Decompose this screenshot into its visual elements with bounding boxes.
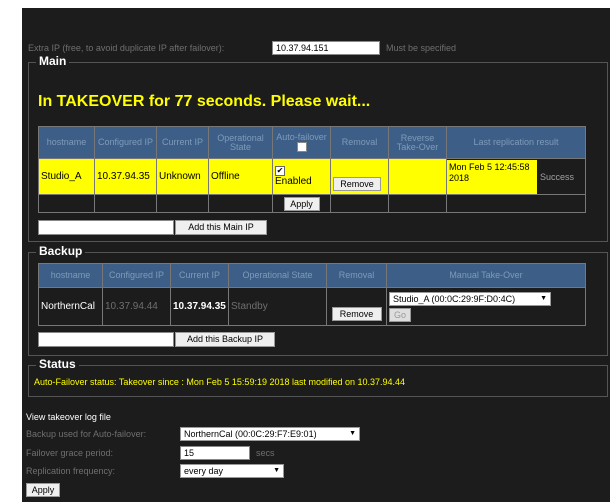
main-replication-result: Success	[540, 171, 575, 182]
grace-period-input[interactable]: 15	[180, 446, 250, 460]
backup-col-manual-takeover: Manual Take-Over	[386, 263, 586, 288]
extra-ip-input[interactable]: 10.37.94.151	[272, 41, 380, 55]
grace-period-unit: secs	[256, 448, 275, 458]
extra-ip-label: Extra IP (free, to avoid duplicate IP af…	[28, 43, 225, 53]
dropdown-arrow-icon: ▼	[349, 430, 356, 437]
main-current-ip: Unknown	[156, 158, 209, 195]
view-log-link[interactable]: View takeover log file	[26, 412, 111, 422]
backup-hostname: NorthernCal	[38, 287, 103, 326]
backup-col-current-ip: Current IP	[170, 263, 229, 288]
backup-state: Standby	[228, 287, 327, 326]
manual-takeover-select[interactable]: Studio_A (00:0C:29:9F:D0:4C) ▼	[389, 292, 551, 306]
col-operational-state: Operational State	[208, 126, 273, 159]
backup-col-state: Operational State	[228, 263, 327, 288]
backup-ip-input[interactable]	[38, 332, 174, 347]
status-legend: Status	[36, 357, 79, 371]
replication-frequency-label: Replication frequency:	[26, 466, 116, 476]
backup-table-row: NorthernCal 10.37.94.44 10.37.94.35 Stan…	[38, 287, 586, 326]
backup-table: hostname Configured IP Current IP Operat…	[38, 263, 586, 326]
main-configured-ip: 10.37.94.35	[94, 158, 157, 195]
content-panel: Extra IP (free, to avoid duplicate IP af…	[22, 8, 610, 502]
backup-used-select[interactable]: NorthernCal (00:0C:29:F7:E9:01) ▼	[180, 427, 360, 441]
backup-col-removal: Removal	[326, 263, 387, 288]
add-backup-ip-button[interactable]: Add this Backup IP	[175, 332, 275, 347]
backup-col-configured-ip: Configured IP	[102, 263, 171, 288]
extra-ip-hint: Must be specified	[386, 43, 457, 53]
main-reverse-takeover-cell	[388, 158, 447, 195]
settings-apply-button[interactable]: Apply	[26, 483, 60, 497]
replication-frequency-select[interactable]: every day ▼	[180, 464, 284, 478]
main-auto-failover-cell: ✔ Enabled	[272, 158, 331, 195]
main-apply-button[interactable]: Apply	[283, 196, 320, 211]
col-auto-failover: Auto-failover	[272, 126, 331, 159]
auto-failover-all-checkbox[interactable]	[296, 142, 307, 152]
main-table-row: Studio_A 10.37.94.35 Unknown Offline ✔ E…	[38, 158, 586, 195]
add-main-ip-button[interactable]: Add this Main IP	[175, 220, 267, 235]
auto-failover-checkbox[interactable]: ✔	[275, 166, 285, 176]
main-ip-input[interactable]	[38, 220, 174, 235]
dropdown-arrow-icon: ▼	[540, 295, 547, 302]
col-configured-ip: Configured IP	[94, 126, 157, 159]
takeover-message: In TAKEOVER for 77 seconds. Please wait.…	[38, 93, 371, 110]
main-replication-cell: Mon Feb 5 12:45:58 2018 Success	[446, 158, 586, 195]
main-legend: Main	[36, 54, 70, 68]
backup-takeover-cell: Studio_A (00:0C:29:9F:D0:4C) ▼ Go	[386, 287, 586, 326]
col-reverse-takeover: Reverse Take-Over	[388, 126, 447, 159]
col-hostname: hostname	[38, 126, 95, 159]
backup-current-ip: 10.37.94.35	[170, 287, 229, 326]
backup-configured-ip: 10.37.94.44	[102, 287, 171, 326]
col-current-ip: Current IP	[156, 126, 209, 159]
grace-period-label: Failover grace period:	[26, 448, 114, 458]
main-hostname: Studio_A	[38, 158, 95, 195]
col-last-replication: Last replication result	[446, 126, 586, 159]
main-table: hostname Configured IP Current IP Operat…	[38, 126, 586, 213]
backup-remove-button[interactable]: Remove	[331, 306, 382, 321]
main-remove-button[interactable]: Remove	[333, 176, 381, 191]
dropdown-arrow-icon: ▼	[273, 467, 280, 474]
backup-removal-cell: Remove	[326, 287, 387, 326]
main-last-replication: Mon Feb 5 12:45:58 2018	[447, 159, 537, 194]
go-button[interactable]: Go	[389, 308, 411, 322]
backup-legend: Backup	[36, 244, 86, 258]
auto-failover-label: Enabled	[275, 176, 312, 187]
backup-col-hostname: hostname	[38, 263, 103, 288]
backup-used-label: Backup used for Auto-failover:	[26, 429, 147, 439]
status-text: Auto-Failover status: Takeover since : M…	[34, 377, 406, 387]
main-state: Offline	[208, 158, 273, 195]
main-removal-cell: Remove	[330, 158, 389, 195]
col-removal: Removal	[330, 126, 389, 159]
